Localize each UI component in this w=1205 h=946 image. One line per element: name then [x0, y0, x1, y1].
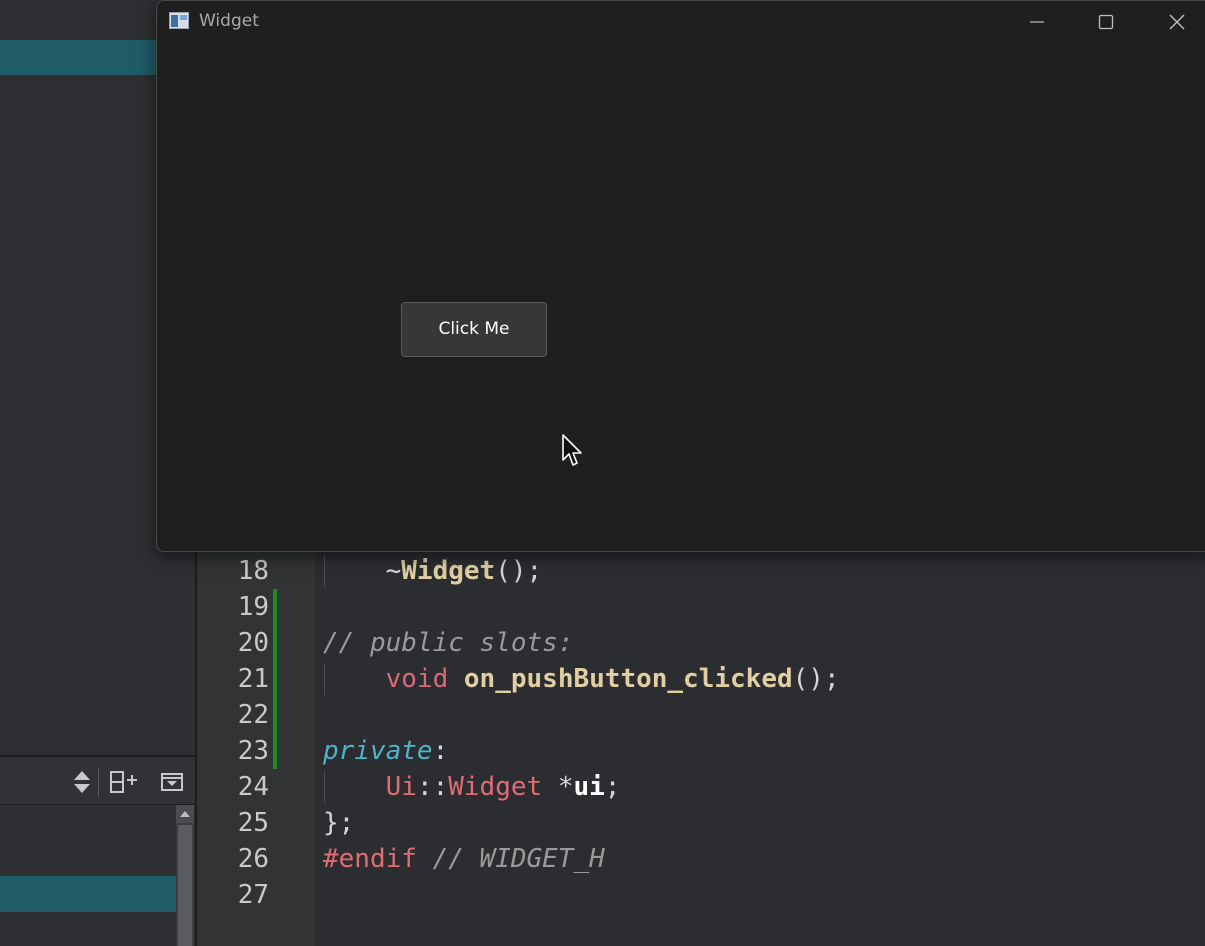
- scroll-up-icon[interactable]: [176, 805, 194, 823]
- code-token: on_pushButton_clicked: [463, 664, 793, 694]
- code-token: // public slots:: [323, 628, 574, 658]
- minimize-button[interactable]: [1008, 1, 1066, 43]
- code-line[interactable]: 22: [197, 697, 1205, 733]
- code-token: ;: [604, 772, 621, 802]
- mouse-cursor-icon: [562, 434, 582, 466]
- toolbar-separator: [98, 767, 99, 797]
- code-text: ~Widget();: [323, 553, 543, 589]
- code-text: // public slots:: [323, 625, 573, 661]
- code-token: *: [542, 772, 574, 802]
- title-bar[interactable]: Widget: [157, 1, 1205, 43]
- code-token: ~: [385, 556, 402, 586]
- vertical-scrollbar[interactable]: [176, 805, 194, 946]
- code-token: // WIDGET_H: [432, 844, 605, 874]
- code-token: };: [323, 808, 355, 838]
- code-line[interactable]: 26 #endif // WIDGET_H: [197, 841, 1205, 877]
- line-number: 22: [237, 700, 269, 730]
- sidebar-selected-row[interactable]: [0, 40, 160, 75]
- widget-window[interactable]: Widget Click Me: [156, 0, 1205, 552]
- close-button[interactable]: [1148, 1, 1205, 43]
- code-token: ::: [416, 772, 449, 802]
- maximize-icon: [1098, 14, 1114, 30]
- line-number: 18: [237, 556, 269, 586]
- line-number: 23: [237, 736, 269, 766]
- panel-collapse-icon[interactable]: [157, 767, 187, 797]
- close-icon: [1169, 14, 1185, 30]
- line-number: 21: [237, 664, 269, 694]
- line-number: 24: [237, 772, 269, 802]
- line-number: 27: [237, 880, 269, 910]
- line-number: 25: [237, 808, 269, 838]
- code-token: void: [385, 664, 449, 694]
- code-text: Ui::Widget *ui;: [323, 769, 621, 805]
- code-token: Widget: [401, 556, 496, 586]
- bottom-panel-list: [0, 805, 196, 946]
- code-text: private:: [323, 733, 448, 769]
- maximize-button[interactable]: [1077, 1, 1135, 43]
- window-title: Widget: [199, 11, 259, 31]
- code-line[interactable]: 27: [197, 877, 1205, 913]
- scrollbar-thumb[interactable]: [178, 825, 192, 946]
- qt-app-icon: [169, 12, 189, 29]
- code-line[interactable]: 24 Ui::Widget *ui;: [197, 769, 1205, 805]
- minimize-icon: [1030, 21, 1044, 23]
- code-token: private: [323, 736, 433, 766]
- code-token: ui: [573, 772, 605, 802]
- code-line[interactable]: 18 ~Widget();: [197, 553, 1205, 589]
- bottom-panel-toolbar: [0, 755, 196, 805]
- code-token: :: [432, 736, 449, 766]
- code-text: };: [323, 805, 354, 841]
- code-line[interactable]: 19: [197, 589, 1205, 625]
- code-token: Widget: [448, 772, 543, 802]
- code-line[interactable]: 23 private:: [197, 733, 1205, 769]
- split-add-icon[interactable]: [109, 767, 139, 797]
- click-me-button[interactable]: Click Me: [401, 302, 547, 357]
- code-token: ();: [792, 664, 840, 694]
- code-line[interactable]: 21 void on_pushButton_clicked();: [197, 661, 1205, 697]
- bottom-panel-selected-row[interactable]: [0, 876, 176, 912]
- line-number: 19: [237, 592, 269, 622]
- code-line[interactable]: 20 // public slots:: [197, 625, 1205, 661]
- line-number: 20: [237, 628, 269, 658]
- code-token: #endif: [323, 844, 417, 874]
- line-number: 26: [237, 844, 269, 874]
- sort-updown-icon[interactable]: [67, 767, 97, 797]
- code-line[interactable]: 25};: [197, 805, 1205, 841]
- code-token: ();: [495, 556, 543, 586]
- code-token: Ui: [385, 772, 417, 802]
- code-text: void on_pushButton_clicked();: [323, 661, 840, 697]
- code-text: #endif // WIDGET_H: [323, 841, 605, 877]
